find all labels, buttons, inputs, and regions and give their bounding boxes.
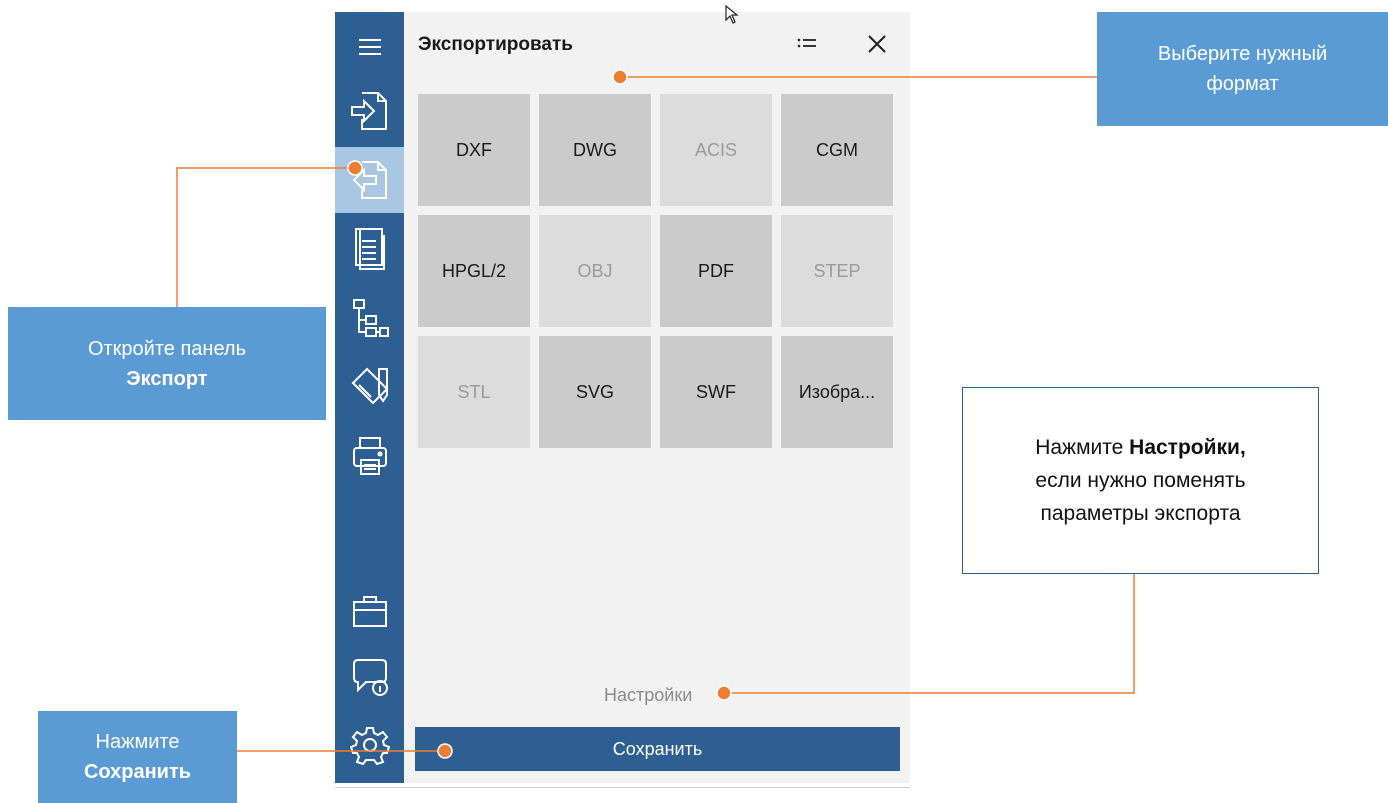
callout-text-bold: С (83, 761, 99, 783)
callout-open-export: Откройте панель Экспорт (8, 307, 326, 420)
connector-dot (437, 743, 453, 759)
connector-dot (612, 69, 628, 85)
callout-save: Нажмите Сохранить (38, 711, 237, 803)
connector-dot (347, 160, 363, 176)
callout-text: Откройте панель (87, 337, 247, 360)
callout-text-bold: охранить (98, 761, 192, 783)
callout-text: Нажмите (95, 731, 180, 753)
callout-choose-format: Выберите нужный формат (1097, 12, 1388, 126)
callout-text: Нажмите (1035, 436, 1130, 459)
callout-line: Нажмите Настройки, (1035, 431, 1246, 464)
callout-settings: Нажмите Настройки, если нужно поменять п… (962, 387, 1319, 574)
callout-text: Выберите нужный (1157, 43, 1328, 65)
connector-dot (716, 685, 732, 701)
callout-text-bold: Экспорт (126, 367, 208, 390)
callout-text-bold: Настройки, (1129, 436, 1246, 459)
callout-text: формат (1206, 73, 1279, 95)
callout-text: параметры экспорта (1040, 502, 1241, 525)
callout-text: если нужно поменять (1035, 469, 1246, 492)
callout-line: Сохранить (84, 757, 191, 787)
